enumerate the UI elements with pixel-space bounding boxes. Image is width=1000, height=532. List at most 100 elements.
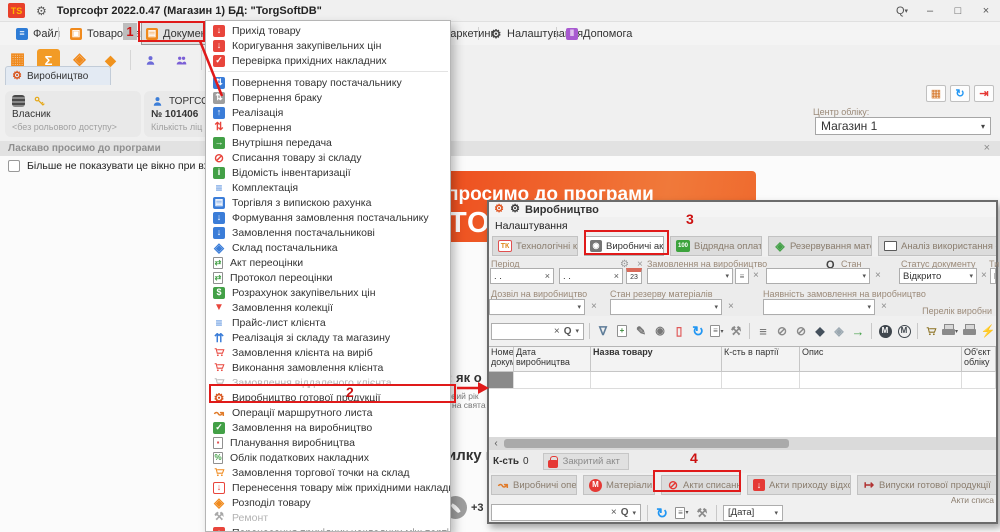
block-button[interactable]: ⊘ [774,323,790,339]
clear-icon[interactable]: × [591,301,597,312]
clear-icon[interactable]: × [545,271,550,281]
close-icon[interactable]: × [984,142,990,154]
client-button[interactable] [139,49,162,72]
clients-button[interactable] [170,49,193,72]
menu-item[interactable]: ↓Перенесення прихідних накладних між пар… [206,525,450,532]
dialog-bottom-tab[interactable]: ⊘Акти списання [661,475,741,495]
menu-item[interactable]: ✓Замовлення на виробництво [206,420,450,435]
layers-dark-button[interactable]: ◆ [812,323,828,339]
menu-item[interactable]: ⊘Списання товару зі складу [206,150,450,165]
owner-card[interactable]: Власник <без рольового доступу> [5,91,141,137]
clear-icon[interactable]: × [554,326,560,337]
menu-item[interactable]: ⚙Виробництво готової продукції [206,390,450,405]
search-button[interactable]: Q▾ [888,0,916,22]
menu-item[interactable]: ⚒Ремонт [206,510,450,525]
menu-item[interactable]: $Розрахунок закупівельних цін [206,285,450,300]
menu-item[interactable]: ⇅Повернення товару постачальнику [206,75,450,90]
table-cell[interactable] [489,372,514,389]
menu-item[interactable]: Замовлення віддаленого клієнта [206,375,450,390]
edit-button[interactable]: ✎ [633,323,649,339]
menu-item[interactable]: ↓Замовлення постачальникові [206,225,450,240]
menu-item[interactable]: ↓Перенесення товару між прихідними накла… [206,480,450,495]
column-header[interactable]: Назва товару [591,347,722,372]
table-cell[interactable] [722,372,800,389]
export-document-button[interactable]: ≡▾ [674,505,690,521]
search-input[interactable]: ×Q▾ [491,504,641,521]
dialog-tab[interactable]: ТКТехнологічні карти [492,236,578,256]
calendar-button[interactable]: 23 [626,268,642,284]
closed-act-button[interactable]: Закритий акт [543,453,629,470]
dialog-tab[interactable]: ◉Виробничі акти [584,236,664,256]
menu-item[interactable]: iВідомість інвентаризації [206,165,450,180]
menu-item[interactable]: ⇄Протокол переоцінки [206,270,450,285]
menu-item[interactable]: ⇈Реалізація зі складу та магазину [206,330,450,345]
minimize-button[interactable]: – [916,0,944,22]
menu-item[interactable]: ▤Торгівля з випискою рахунка [206,195,450,210]
menu-item[interactable]: ≡Прайс-лист клієнта [206,315,450,330]
list-picker-button[interactable]: ≡ [735,268,749,284]
block-move-button[interactable]: ⊘ [793,323,809,339]
material-reserve-select[interactable]: ▾ [610,299,722,315]
document-status-select[interactable]: Відкрито ▾ [899,268,977,284]
column-header[interactable]: Об'єкт обліку [962,347,996,372]
maximize-button[interactable]: □ [944,0,972,22]
menu-item[interactable]: ↑Реалізація [206,105,450,120]
refresh-button[interactable]: ↻ [690,323,706,339]
menu-item[interactable]: %Облік податкових накладних [206,450,450,465]
dialog-bottom-tab[interactable]: MМатеріали [583,475,655,495]
dialog-bottom-tab[interactable]: ↦Випуски готової продукції [857,475,996,495]
export-document-button[interactable]: ≡▾ [709,323,725,339]
state-select[interactable]: ▾ [766,268,870,284]
dialog-tab[interactable]: 100Відрядна оплата праці [670,236,762,256]
scroll-left-icon[interactable]: ‹ [489,437,503,450]
tab-production[interactable]: ⚙ Виробництво [5,66,111,85]
menu-item[interactable]: ⇅Повернення браку [206,90,450,105]
dialog-bottom-tab[interactable]: ↝Виробничі операції [491,475,577,495]
search-input[interactable]: ×Q▾ [491,323,584,340]
menu-item[interactable]: ↓Коригування закупівельних цін [206,38,450,53]
menu-item[interactable]: ✓Перевірка прихідних накладних [206,53,450,68]
clear-icon[interactable]: × [881,301,887,312]
cart-button[interactable] [923,323,939,339]
menu-item[interactable]: ≡Комплектація [206,180,450,195]
menu-item[interactable]: Виконання замовлення клієнта [206,360,450,375]
print-preview-button[interactable] [961,323,977,339]
filter-button[interactable]: ∇ [595,323,611,339]
center-of-accounting-select[interactable]: Магазин 1 ▾ [815,117,991,135]
edge-combo-fragment[interactable]: Н [990,268,996,284]
materials-button[interactable]: M [877,323,893,339]
search-icon[interactable]: Q [621,507,629,518]
menu-item[interactable]: Замовлення торгової точки на склад [206,465,450,480]
column-header[interactable]: К-сть в партії [722,347,800,372]
dialog-tab[interactable]: Аналіз використання о [878,236,996,256]
clear-icon[interactable]: × [753,270,759,281]
table-cell[interactable] [591,372,722,389]
menu-item[interactable]: ▪Планування виробництва [206,435,450,450]
menu-item[interactable]: ⇄Акт переоцінки [206,255,450,270]
order-presence-select[interactable]: ▾ [763,299,875,315]
date-filter-select[interactable]: [Дата]▾ [723,505,783,521]
search-icon[interactable]: Q [564,326,572,337]
menubar-item-файл[interactable]: ≡Файл [12,22,64,45]
runner-button[interactable]: ⚡ [980,323,996,339]
table-cell[interactable] [514,372,591,389]
production-order-select[interactable]: ▾ [647,268,733,284]
menu-item[interactable]: ◈Склад постачальника [206,240,450,255]
date-to-input[interactable]: . . × [559,268,623,284]
checkbox[interactable] [8,160,20,172]
dialog-tab[interactable]: ◈Резервування матеріалів [768,236,872,256]
clear-icon[interactable]: × [611,507,617,518]
menu-item[interactable]: ◈Розподіл товару [206,495,450,510]
refresh-button[interactable]: ↻ [950,85,970,102]
clear-icon[interactable]: × [981,270,987,281]
tools-wrench-button[interactable]: ⚒ [728,323,744,339]
menu-item[interactable]: →Внутрішня передача [206,135,450,150]
date-from-input[interactable]: . . × [490,268,554,284]
scrollbar-thumb[interactable] [504,439,789,448]
menu-item[interactable]: ⇅Повернення [206,120,450,135]
table-row[interactable] [489,372,996,389]
menu-item[interactable]: ↓Формування замовлення постачальнику [206,210,450,225]
horizontal-scrollbar[interactable]: ‹ [489,437,996,450]
close-button[interactable]: × [972,0,1000,22]
menu-item[interactable]: Замовлення клієнта на виріб [206,345,450,360]
